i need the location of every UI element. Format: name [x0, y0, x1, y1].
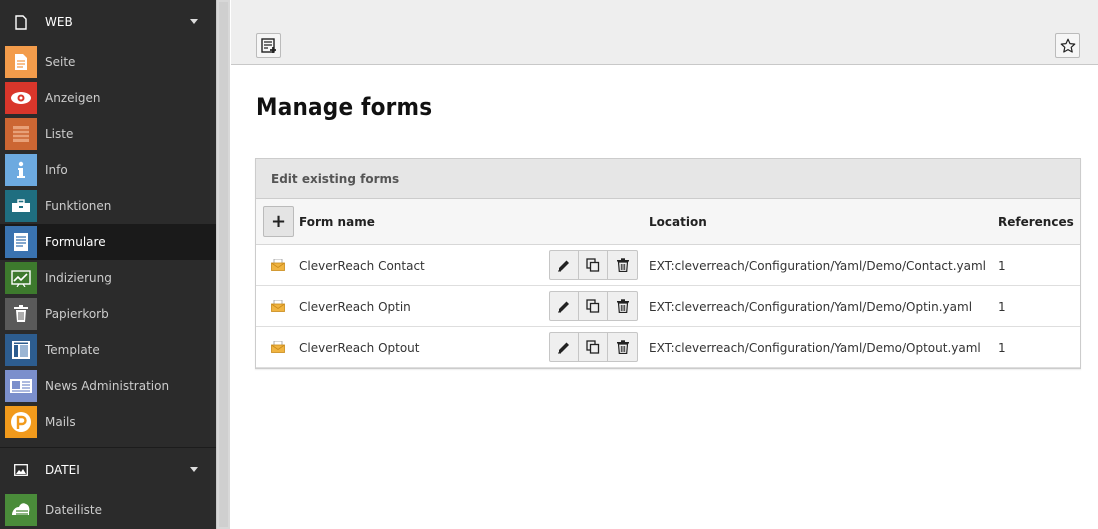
main-content: Manage forms Edit existing forms + Form …: [231, 0, 1098, 529]
duplicate-button[interactable]: [579, 292, 608, 320]
form-name: CleverReach Contact: [299, 259, 425, 273]
column-references: References: [998, 215, 1074, 229]
sidebar-item-label: Info: [45, 163, 68, 177]
sidebar-item-seite[interactable]: Seite: [0, 44, 216, 80]
list-icon: [5, 118, 37, 150]
panel-heading: Edit existing forms: [256, 159, 1080, 199]
sidebar-item-label: Mails: [45, 415, 76, 429]
sidebar-item-label: Indizierung: [45, 271, 112, 285]
column-location: Location: [649, 215, 707, 229]
copy-icon: [586, 258, 600, 272]
plus-icon: +: [270, 211, 287, 232]
forms-panel: Edit existing forms + Form name Location…: [255, 158, 1081, 369]
new-document-icon: [260, 37, 276, 53]
pencil-icon: [558, 342, 569, 354]
table-row: CleverReach Contact EXT:cleverreach/Conf…: [256, 245, 1080, 286]
sidebar-item-template[interactable]: Template: [0, 332, 216, 368]
sidebar-item-indizierung[interactable]: Indizierung: [0, 260, 216, 296]
sidebar-item-liste[interactable]: Liste: [0, 116, 216, 152]
toolbox-icon: [5, 190, 37, 222]
new-form-button[interactable]: [256, 33, 281, 58]
chevron-down-icon[interactable]: [190, 19, 198, 24]
row-actions: [549, 291, 638, 321]
add-form-button[interactable]: +: [263, 206, 294, 237]
info-icon: [5, 154, 37, 186]
sidebar-item-dateiliste[interactable]: Dateiliste: [0, 492, 216, 528]
form-references: 1: [998, 259, 1006, 273]
duplicate-button[interactable]: [579, 333, 608, 361]
group-divider: [0, 440, 216, 448]
delete-button[interactable]: [608, 292, 637, 320]
filelist-icon: [5, 494, 37, 526]
bookmark-button[interactable]: [1055, 33, 1080, 58]
sidebar-item-label: Seite: [45, 55, 76, 69]
sidebar-item-funktionen[interactable]: Funktionen: [0, 188, 216, 224]
form-location: EXT:cleverreach/Configuration/Yaml/Demo/…: [649, 300, 973, 314]
copy-icon: [586, 340, 600, 354]
trash-icon: [616, 258, 629, 272]
chart-icon: [5, 262, 37, 294]
form-location: EXT:cleverreach/Configuration/Yaml/Demo/…: [649, 341, 981, 355]
form-references: 1: [998, 341, 1006, 355]
group-label-web: WEB: [45, 15, 73, 29]
sidebar-item-label: Template: [45, 343, 100, 357]
star-icon: [1060, 38, 1075, 53]
edit-button[interactable]: [550, 333, 579, 361]
trash-icon: [616, 299, 629, 313]
edit-button[interactable]: [550, 292, 579, 320]
form-envelope-icon: [271, 258, 285, 274]
column-form-name: Form name: [299, 215, 375, 229]
sidebar-item-anzeigen[interactable]: Anzeigen: [0, 80, 216, 116]
sidebar-item-label: Liste: [45, 127, 74, 141]
sidebar-item-label: Formulare: [45, 235, 106, 249]
image-icon: [12, 461, 30, 479]
delete-button[interactable]: [608, 251, 637, 279]
form-envelope-icon: [271, 299, 285, 315]
form-name: CleverReach Optin: [299, 300, 411, 314]
edit-button[interactable]: [550, 251, 579, 279]
trash-icon: [5, 298, 37, 330]
module-menu: WEB Seite Anzeigen Liste Info Funktionen: [0, 0, 216, 529]
form-name: CleverReach Optout: [299, 341, 420, 355]
form-location: EXT:cleverreach/Configuration/Yaml/Demo/…: [649, 259, 987, 273]
doc-header: [231, 0, 1098, 65]
sidebar-item-label: Anzeigen: [45, 91, 101, 105]
template-icon: [5, 334, 37, 366]
trash-icon: [616, 340, 629, 354]
group-web[interactable]: WEB: [0, 0, 216, 44]
newspaper-icon: [5, 370, 37, 402]
form-references: 1: [998, 300, 1006, 314]
sidebar-item-mails[interactable]: Mails: [0, 404, 216, 440]
eye-icon: [5, 82, 37, 114]
table-row: CleverReach Optout EXT:cleverreach/Confi…: [256, 327, 1080, 368]
group-datei[interactable]: DATEI: [0, 448, 216, 492]
page-title: Manage forms: [256, 93, 433, 121]
sidebar-item-papierkorb[interactable]: Papierkorb: [0, 296, 216, 332]
form-icon: [5, 226, 37, 258]
row-actions: [549, 332, 638, 362]
scrollbar-thumb[interactable]: [219, 2, 228, 527]
sidebar-item-info[interactable]: Info: [0, 152, 216, 188]
row-actions: [549, 250, 638, 280]
page-module-icon: [5, 46, 37, 78]
pencil-icon: [558, 260, 569, 272]
delete-button[interactable]: [608, 333, 637, 361]
group-label-datei: DATEI: [45, 463, 80, 477]
sidebar-item-label: Dateiliste: [45, 503, 103, 517]
mail-p-icon: [5, 406, 37, 438]
sidebar-item-label: News Administration: [45, 379, 170, 393]
sidebar-item-formulare[interactable]: Formulare: [0, 224, 216, 260]
form-envelope-icon: [271, 340, 285, 356]
sidebar-item-news-administration[interactable]: News Administration: [0, 368, 216, 404]
sidebar-scrollbar[interactable]: [216, 0, 230, 529]
sidebar-item-label: Papierkorb: [45, 307, 109, 321]
sidebar-item-label: Funktionen: [45, 199, 112, 213]
chevron-down-icon[interactable]: [190, 467, 198, 472]
table-row: CleverReach Optin EXT:cleverreach/Config…: [256, 286, 1080, 327]
copy-icon: [586, 299, 600, 313]
duplicate-button[interactable]: [579, 251, 608, 279]
table-header: + Form name Location References: [256, 199, 1080, 245]
page-icon: [12, 13, 30, 31]
pencil-icon: [558, 301, 569, 313]
